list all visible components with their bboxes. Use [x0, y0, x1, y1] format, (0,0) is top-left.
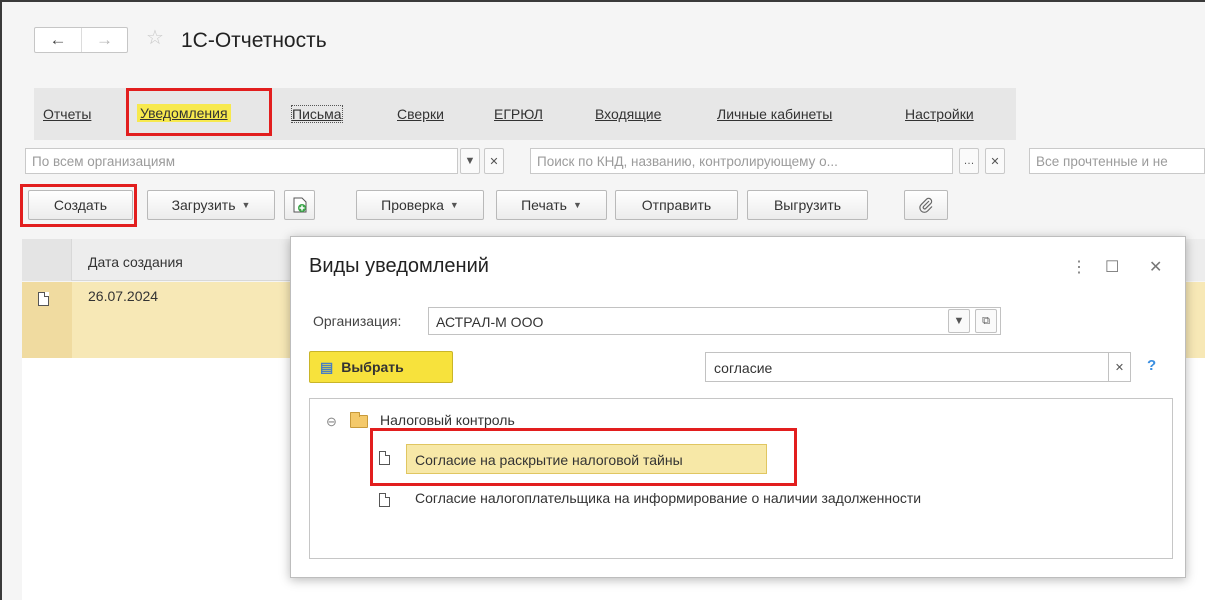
tab-reports[interactable]: Отчеты [43, 106, 91, 122]
tab-settings[interactable]: Настройки [905, 106, 974, 122]
chevron-down-icon[interactable]: ▼ [460, 148, 480, 174]
page-title: 1С-Отчетность [181, 29, 327, 52]
table-row-end [1185, 282, 1205, 358]
list-header-end [1185, 239, 1205, 281]
print-button[interactable]: Печать ▼ [496, 190, 607, 220]
search-input[interactable]: согласие [705, 352, 1109, 382]
row-date: 26.07.2024 [88, 288, 159, 304]
navigation-buttons: ← → [34, 27, 128, 53]
tree-item-debt-info-consent[interactable]: Согласие налогоплательщика на информиров… [415, 490, 921, 506]
list-header-marker [22, 239, 72, 281]
document-icon [38, 292, 49, 306]
tab-letters[interactable]: Письма [291, 105, 343, 123]
select-button[interactable]: ▤ Выбрать [309, 351, 453, 383]
load-label: Загрузить [171, 197, 236, 213]
clear-icon[interactable]: ✕ [985, 148, 1005, 174]
chevron-down-icon[interactable]: ▼ [948, 309, 970, 333]
add-file-button[interactable] [284, 190, 315, 220]
folder-icon [350, 412, 368, 428]
export-label: Выгрузить [773, 197, 842, 213]
star-icon[interactable]: ☆ [146, 28, 164, 48]
highlight-create-button [20, 184, 137, 227]
dialog-title: Виды уведомлений [309, 255, 489, 277]
column-date-created[interactable]: Дата создания [88, 254, 183, 270]
maximize-icon[interactable]: ☐ [1105, 257, 1119, 277]
chevron-down-icon: ▼ [241, 200, 251, 210]
tab-egrul[interactable]: ЕГРЮЛ [494, 106, 543, 122]
clear-icon[interactable]: ✕ [484, 148, 504, 174]
highlight-tab-notifications [126, 88, 272, 136]
check-label: Проверка [381, 197, 444, 213]
open-icon[interactable]: ⧉ [975, 309, 997, 333]
chevron-down-icon: ▼ [572, 200, 582, 210]
help-icon[interactable]: ? [1147, 357, 1156, 374]
close-icon[interactable]: ✕ [1149, 257, 1162, 277]
send-button[interactable]: Отправить [615, 190, 738, 220]
tab-reconciliations[interactable]: Сверки [397, 106, 444, 122]
collapse-icon[interactable]: ⊖ [326, 414, 337, 430]
search-filter[interactable]: Поиск по КНД, названию, контролирующему … [530, 148, 953, 174]
more-icon[interactable]: … [959, 148, 979, 174]
add-file-icon [293, 197, 306, 213]
send-label: Отправить [641, 197, 712, 213]
arrow-right-icon[interactable]: → [81, 28, 127, 52]
tab-personal-accounts[interactable]: Личные кабинеты [717, 106, 832, 122]
tab-incoming[interactable]: Входящие [595, 106, 661, 122]
tree-group-tax-control[interactable]: Налоговый контроль [380, 412, 515, 428]
organization-field[interactable]: АСТРАЛ-М ООО [428, 307, 1001, 335]
print-label: Печать [521, 197, 567, 213]
organization-filter[interactable]: По всем организациям [25, 148, 458, 174]
arrow-left-icon[interactable]: ← [35, 28, 81, 52]
chevron-down-icon: ▼ [449, 200, 459, 210]
status-filter[interactable]: Все прочтенные и не [1029, 148, 1205, 174]
attach-button[interactable] [904, 190, 948, 220]
clear-icon[interactable]: ✕ [1109, 352, 1131, 382]
select-icon: ▤ [320, 358, 334, 375]
notification-types-dialog: Виды уведомлений ⋮ ☐ ✕ Организация: АСТР… [290, 236, 1186, 578]
paperclip-icon [919, 197, 933, 213]
organization-label: Организация: [313, 313, 402, 329]
highlight-selected-item [370, 428, 797, 486]
document-icon [379, 493, 390, 507]
check-button[interactable]: Проверка ▼ [356, 190, 484, 220]
more-menu-icon[interactable]: ⋮ [1071, 257, 1087, 277]
select-label: Выбрать [341, 359, 404, 375]
load-button[interactable]: Загрузить ▼ [147, 190, 275, 220]
export-button[interactable]: Выгрузить [747, 190, 868, 220]
